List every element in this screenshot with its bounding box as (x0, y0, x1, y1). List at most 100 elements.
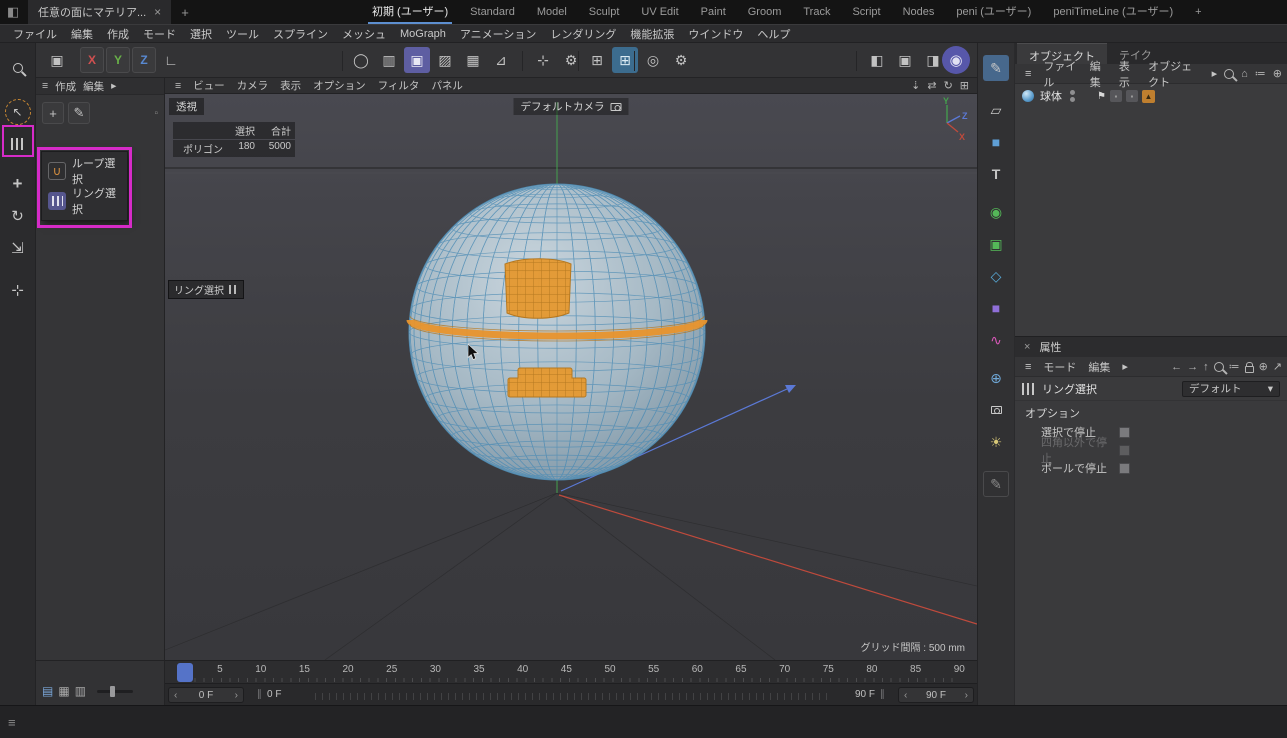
3d-scene[interactable] (165, 94, 977, 660)
menu-mograph[interactable]: MoGraph (393, 28, 453, 40)
edges-mode-icon[interactable]: ▥ (376, 47, 402, 73)
pencil-button[interactable]: ✎ (68, 102, 90, 124)
coord-system-icon[interactable]: ∟ (158, 47, 184, 73)
enable-axis-tool[interactable]: ⊹ (5, 277, 31, 303)
search-icon[interactable] (1224, 69, 1234, 79)
menu-file[interactable]: ファイル (1038, 58, 1082, 90)
menu-select[interactable]: 選択 (183, 26, 219, 42)
step-back-icon[interactable]: ‹ (904, 690, 907, 701)
menu-rendering[interactable]: レンダリング (543, 26, 623, 42)
menu-panel[interactable]: パネル (425, 78, 469, 93)
refresh-view-icon[interactable]: ↻ (944, 79, 953, 92)
menu-create[interactable]: 作成 (100, 26, 136, 42)
menu-extensions[interactable]: 機能拡張 (623, 26, 681, 42)
submenu-arrow-icon[interactable]: ▸ (1117, 360, 1133, 373)
timeline-ruler[interactable]: 0 5 10 15 20 25 30 35 40 45 50 55 60 65 … (165, 660, 977, 683)
fields-icon[interactable]: ◇ (983, 263, 1009, 289)
menu-window[interactable]: ウインドウ (681, 26, 750, 42)
icon-size-slider[interactable] (97, 690, 133, 693)
axis-z-button[interactable]: Z (132, 47, 156, 73)
deformer-icon[interactable]: ∿ (983, 327, 1009, 353)
menu-view[interactable]: 表示 (1114, 58, 1141, 90)
hamburger-icon[interactable]: ≡ (8, 715, 16, 730)
checkbox[interactable] (1119, 463, 1130, 474)
layout-tab-penitimeline[interactable]: peniTimeLine (ユーザー) (1053, 0, 1173, 24)
text-tool-icon[interactable]: T (983, 161, 1009, 187)
forward-icon[interactable]: → (1187, 361, 1198, 373)
layout-tab-paint[interactable]: Paint (701, 0, 726, 24)
lock-icon[interactable] (1245, 366, 1254, 373)
end-frame-stepper[interactable]: ‹ 90 F › (898, 687, 974, 703)
menu-spline[interactable]: スプライン (266, 26, 335, 42)
end-frame-field[interactable]: 90 F ∥ (855, 689, 885, 700)
menu-tools[interactable]: ツール (219, 26, 266, 42)
menu-camera[interactable]: カメラ (231, 78, 275, 93)
layout-tab-sculpt[interactable]: Sculpt (589, 0, 620, 24)
add-layout-button[interactable]: + (1195, 0, 1201, 24)
close-icon[interactable]: × (1024, 341, 1030, 353)
axis-gizmo[interactable]: Y Z X (931, 96, 973, 142)
live-selection-tool[interactable]: ↖ (5, 99, 31, 125)
modeling-settings-icon[interactable]: ⚙ (558, 47, 584, 73)
menu-edit-local[interactable]: 編集 (83, 79, 104, 94)
view-label[interactable]: 透視 (169, 98, 204, 115)
tag-icon[interactable]: ▪ (1126, 90, 1138, 102)
tag-icon[interactable]: ▪ (1110, 90, 1122, 102)
interactive-render-icon[interactable]: ◉ (942, 46, 970, 74)
layout-tab-standard[interactable]: Standard (470, 0, 515, 24)
submenu-arrow-icon[interactable]: ▸ (1207, 67, 1223, 80)
pin-icon[interactable]: ⇣ (911, 79, 920, 92)
checkbox[interactable] (1119, 427, 1130, 438)
layout-tab-track[interactable]: Track (803, 0, 830, 24)
ruler-icon[interactable]: ⊿ (488, 47, 514, 73)
grid-view-icon[interactable]: ▦ (58, 684, 69, 698)
target-icon[interactable]: ⊕ (1273, 67, 1282, 80)
light-icon[interactable]: ☀ (983, 429, 1009, 455)
menu-object[interactable]: オブジェクト (1143, 58, 1205, 90)
menu-animation[interactable]: アニメーション (453, 26, 544, 42)
swap-view-icon[interactable]: ⇄ (927, 79, 936, 92)
layout-tab-peni[interactable]: peni (ユーザー) (956, 0, 1031, 24)
current-frame-field[interactable]: ∥ 0 F (257, 689, 281, 700)
layout-tab-default[interactable]: 初期 (ユーザー) (372, 0, 448, 24)
workplane-mode-icon[interactable]: ▦ (460, 47, 486, 73)
workspace-icon[interactable]: ▣ (44, 47, 70, 73)
menu-edit[interactable]: 編集 (64, 26, 100, 42)
search-icon[interactable] (1214, 362, 1224, 372)
environment-icon[interactable]: ⊕ (983, 365, 1009, 391)
layout-tab-script[interactable]: Script (852, 0, 880, 24)
menu-edit[interactable]: 編集 (1085, 58, 1112, 90)
render-picture-viewer-icon[interactable]: ▣ (892, 47, 918, 73)
menu-file[interactable]: ファイル (6, 26, 64, 42)
step-forward-icon[interactable]: › (235, 690, 238, 701)
menu-display[interactable]: 表示 (274, 78, 307, 93)
panel-detach-icon[interactable]: ▫ (154, 108, 158, 119)
annotate-pencil-icon[interactable]: ✎ (983, 471, 1009, 497)
spline-pen-icon[interactable]: ✎ (983, 55, 1009, 81)
snap-settings-icon[interactable]: ⚙ (668, 47, 694, 73)
hamburger-icon[interactable]: ≡ (169, 80, 187, 92)
scale-tool[interactable]: ⇲ (5, 235, 31, 261)
row-view-icon[interactable]: ▥ (75, 684, 86, 698)
options-section-title[interactable]: オプション (1015, 400, 1287, 423)
hamburger-icon[interactable]: ≡ (1020, 68, 1036, 80)
object-list[interactable]: 球体 ⚑ ▪ ▪ ▲ (1015, 84, 1287, 336)
volume-icon[interactable]: ■ (983, 295, 1009, 321)
camera-label[interactable]: デフォルトカメラ (514, 98, 629, 115)
points-mode-icon[interactable]: ◯ (348, 47, 374, 73)
ring-selection-tool[interactable] (5, 131, 31, 157)
voxel-icon[interactable]: ▣ (983, 231, 1009, 257)
object-name[interactable]: 球体 (1040, 88, 1062, 104)
list-view-icon[interactable]: ▤ (42, 684, 53, 698)
mograph-cloner-icon[interactable]: ◉ (983, 199, 1009, 225)
document-tab[interactable]: 任意の面にマテリア... × (28, 0, 171, 24)
object-row-sphere[interactable]: 球体 ⚑ ▪ ▪ ▲ (1015, 87, 1287, 105)
flag-icon[interactable]: ⚑ (1097, 91, 1106, 102)
checkbox[interactable] (1119, 445, 1130, 456)
hamburger-icon[interactable]: ≡ (42, 80, 48, 92)
modeling-axis-icon[interactable]: ⊹ (530, 47, 556, 73)
menu-filter[interactable]: フィルタ (372, 78, 426, 93)
menu-help[interactable]: ヘルプ (750, 26, 797, 42)
layout-tab-model[interactable]: Model (537, 0, 567, 24)
snap-enable-icon[interactable]: ◎ (640, 47, 666, 73)
